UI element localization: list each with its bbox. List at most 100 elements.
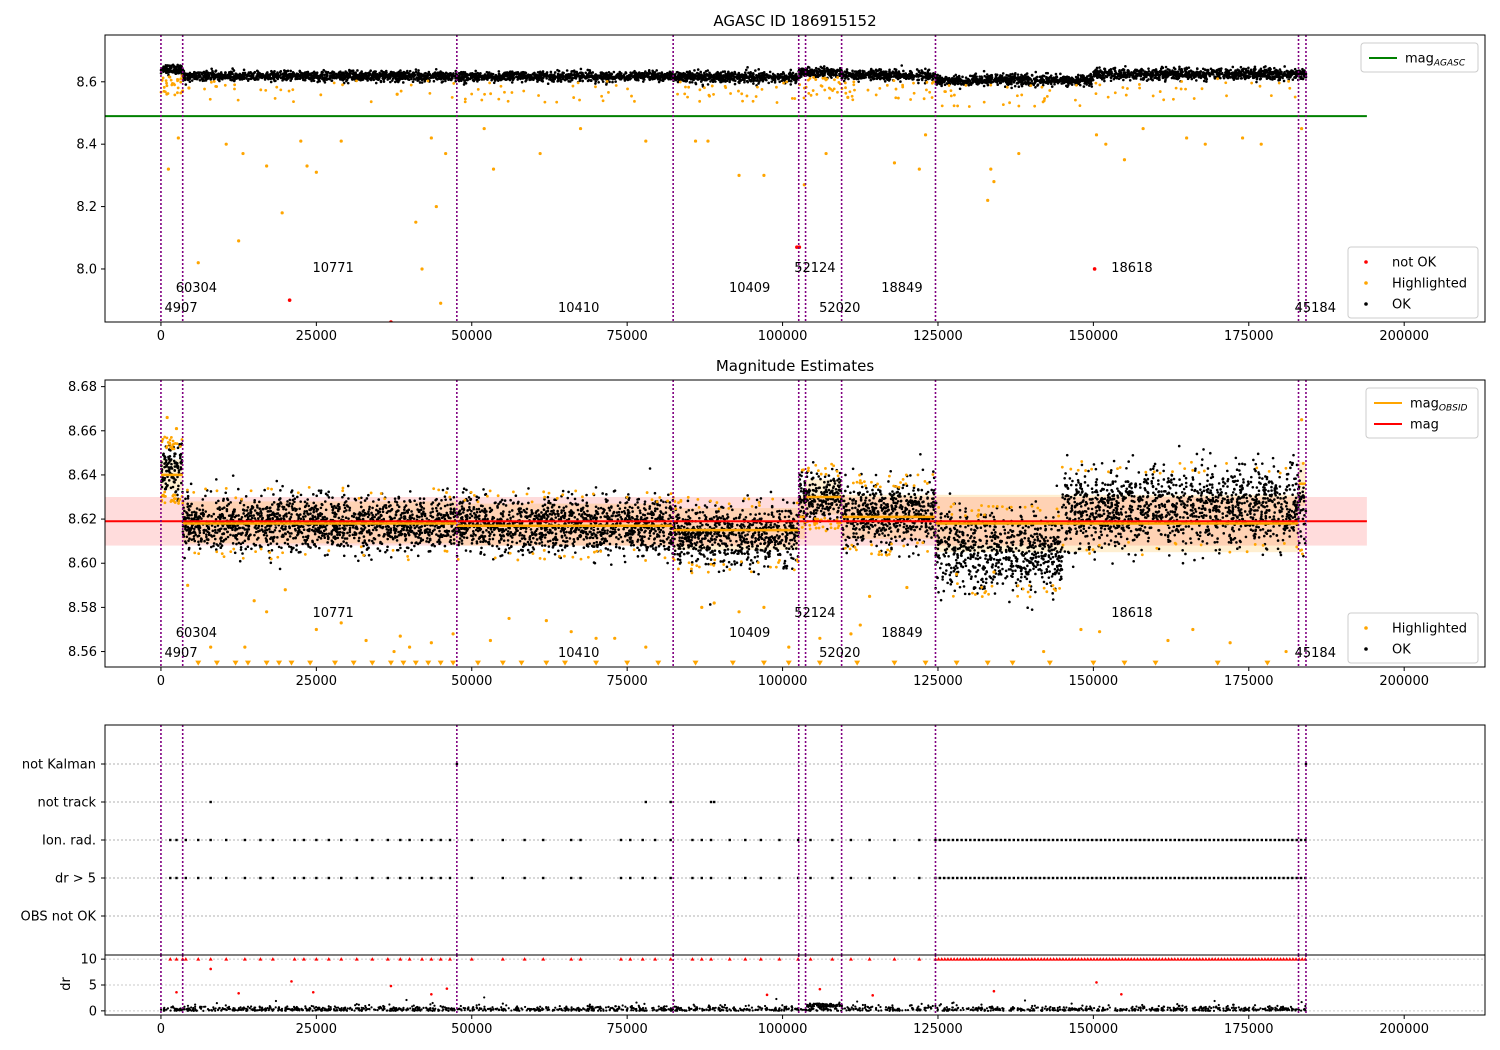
ok-point — [712, 74, 715, 77]
ok-point — [411, 80, 415, 84]
ok-point — [344, 70, 347, 73]
ok-point — [1139, 74, 1143, 78]
ok-point — [1262, 65, 1266, 69]
ok-point — [379, 79, 383, 83]
ok-point — [968, 83, 972, 86]
ok-point — [877, 73, 880, 77]
ok-point — [909, 70, 913, 73]
ok-point — [490, 72, 493, 76]
ok-point — [406, 69, 409, 73]
ok-point — [472, 79, 476, 83]
ok-point — [1168, 68, 1171, 72]
ok-point — [835, 70, 838, 73]
ok-point — [538, 72, 542, 76]
ok-point — [758, 80, 761, 83]
ok-point — [310, 77, 314, 80]
ok-point — [1092, 75, 1096, 78]
ok-point — [888, 77, 892, 81]
ok-point — [685, 70, 689, 74]
ok-point — [988, 77, 992, 81]
ok-point — [401, 81, 405, 84]
ok-point — [1025, 76, 1029, 80]
ok-point — [449, 77, 453, 80]
ok-point — [874, 68, 878, 72]
ok-point — [704, 70, 708, 73]
ok-point — [917, 69, 921, 73]
ok-point — [781, 75, 784, 79]
ok-point — [982, 84, 986, 88]
ok-point — [978, 77, 982, 81]
ok-point — [207, 75, 211, 78]
ok-point — [1061, 75, 1065, 79]
ok-point — [190, 79, 194, 82]
ok-point — [994, 76, 998, 79]
ok-point — [572, 73, 575, 77]
ok-point — [1113, 67, 1116, 70]
ok-point — [668, 72, 671, 76]
ok-point — [407, 75, 411, 79]
ok-point — [961, 75, 964, 79]
ok-point — [345, 79, 348, 83]
ok-point — [446, 76, 450, 80]
ok-point — [175, 71, 179, 75]
ok-point — [986, 81, 989, 85]
ok-point — [950, 78, 953, 82]
ok-point — [372, 76, 376, 79]
ok-point — [807, 66, 811, 69]
ok-point — [594, 80, 598, 83]
ok-point — [1213, 76, 1217, 79]
ok-point — [1009, 75, 1012, 78]
ok-point — [1085, 80, 1089, 84]
ok-point — [682, 79, 686, 83]
ok-point — [1087, 84, 1091, 87]
ok-point — [1079, 74, 1083, 77]
ok-point — [732, 78, 735, 82]
ok-point — [497, 70, 501, 73]
ok-point — [1023, 81, 1027, 85]
ok-point — [275, 74, 279, 77]
ok-point — [408, 69, 412, 73]
ok-point — [551, 79, 554, 83]
ok-point — [801, 67, 805, 71]
ok-point — [184, 83, 188, 86]
ok-point — [310, 73, 313, 77]
ok-point — [463, 71, 467, 74]
ok-point — [566, 76, 569, 79]
ok-point — [184, 72, 187, 75]
ok-point — [917, 73, 920, 77]
ok-point — [816, 71, 820, 75]
ok-point — [1026, 79, 1030, 83]
ok-point — [1288, 72, 1291, 76]
ok-point — [325, 78, 329, 81]
ok-point — [164, 67, 167, 70]
ok-point — [722, 74, 726, 78]
ok-point — [496, 79, 500, 82]
ok-point — [1195, 79, 1198, 82]
ok-point — [546, 82, 550, 86]
ok-point — [589, 75, 592, 78]
ok-point — [586, 73, 589, 76]
ok-point — [845, 71, 849, 74]
ok-point — [231, 72, 234, 76]
ok-point — [1082, 75, 1085, 79]
ok-point — [1050, 80, 1054, 84]
ok-point — [714, 80, 717, 83]
ok-point — [283, 69, 287, 73]
ok-point — [581, 79, 584, 83]
ok-point — [1074, 75, 1078, 79]
ok-point — [488, 74, 492, 78]
ok-point — [619, 73, 623, 77]
ok-point — [1215, 71, 1219, 74]
ok-point — [500, 76, 504, 80]
ok-point — [1061, 78, 1065, 81]
ok-point — [1164, 65, 1168, 69]
ok-point — [867, 71, 870, 75]
ok-point — [990, 80, 994, 83]
ok-point — [231, 67, 234, 70]
ok-point — [1094, 68, 1097, 72]
ok-point — [188, 80, 192, 84]
ok-point — [569, 72, 572, 76]
ok-point — [985, 73, 989, 76]
ok-point — [319, 73, 322, 77]
ok-point — [248, 71, 252, 75]
